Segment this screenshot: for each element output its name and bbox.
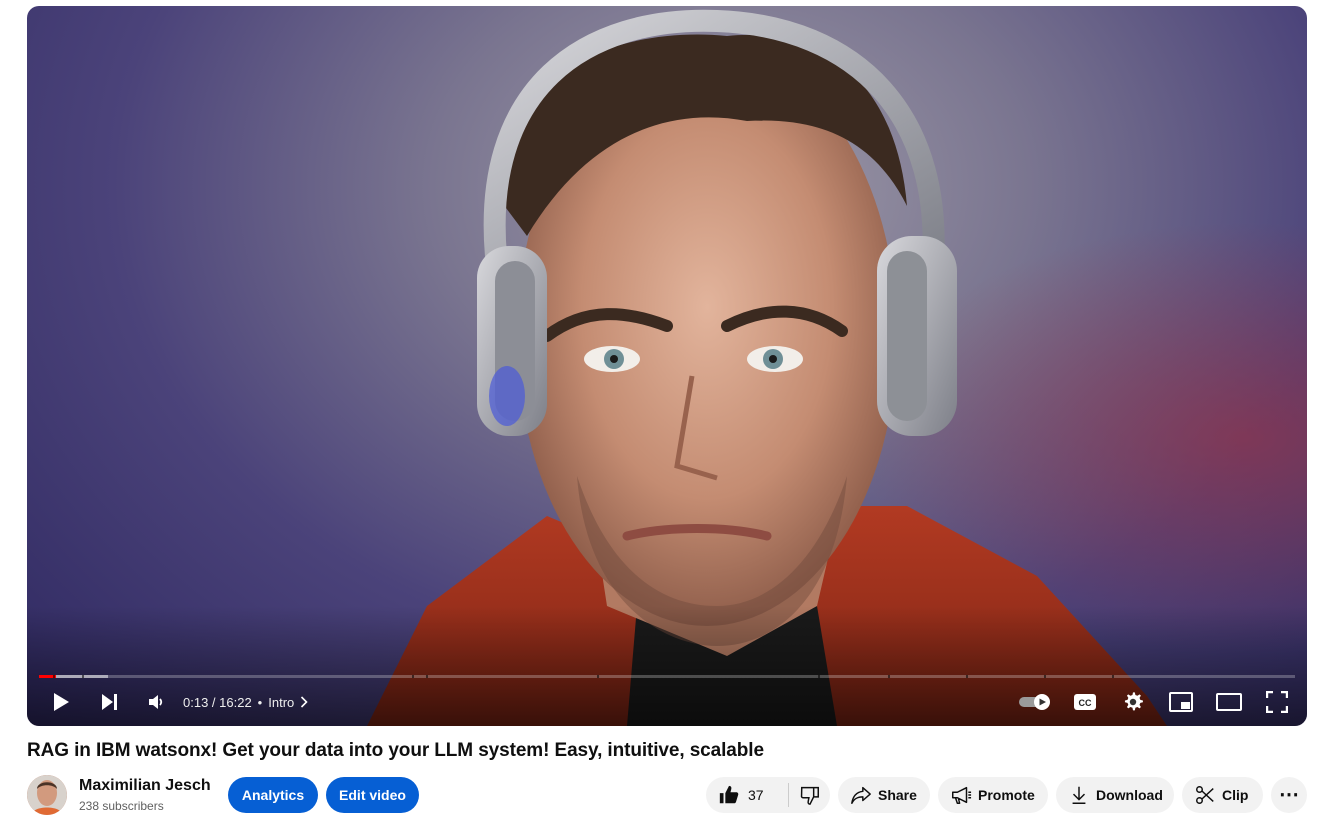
channel-avatar[interactable] [27,775,67,815]
chapter-marker [52,675,55,678]
miniplayer-button[interactable] [1157,682,1205,722]
chapter-marker [412,675,415,678]
chevron-right-icon [301,696,308,708]
next-button[interactable] [85,682,133,722]
share-label: Share [878,787,917,803]
more-icon: ⋯ [1279,784,1299,806]
subscriber-count: 238 subscribers [79,799,164,813]
settings-icon [1124,692,1143,711]
fullscreen-button[interactable] [1253,682,1301,722]
play-button[interactable] [37,682,85,722]
thumbs-down-icon [800,786,819,805]
progress-bar[interactable] [39,675,1295,678]
next-icon [102,694,117,710]
settings-button[interactable] [1109,682,1157,722]
chapter-marker [81,675,84,678]
play-icon [54,693,69,711]
thumbs-up-icon [719,785,739,804]
video-title: RAG in IBM watsonx! Get your data into y… [27,740,764,761]
edit-video-button[interactable]: Edit video [326,777,419,813]
chapter-label: Intro [268,694,295,710]
clip-label: Clip [1222,787,1249,803]
theater-mode-button[interactable] [1205,682,1253,722]
chapter-marker [425,675,428,678]
download-icon [1072,786,1086,804]
promote-button[interactable]: Promote [938,777,1048,813]
avatar-image [27,775,67,815]
fullscreen-icon [1266,691,1288,713]
share-button[interactable]: Share [838,777,930,813]
more-actions-button[interactable]: ⋯ [1271,777,1307,813]
chapter-marker [888,675,891,678]
chapter-marker [1043,675,1046,678]
download-label: Download [1096,787,1163,803]
captions-icon: CC [1074,694,1096,710]
time-display: 0:13 / 16:22 [183,694,252,710]
like-button[interactable]: 37 [706,777,788,813]
chapter-marker [817,675,820,678]
mute-button[interactable] [133,682,181,722]
like-count: 37 [748,787,764,803]
theater-mode-icon [1216,693,1242,711]
share-icon [851,786,871,804]
analytics-button[interactable]: Analytics [228,777,318,813]
chapter-marker [596,675,599,678]
download-button[interactable]: Download [1056,777,1174,813]
scissors-icon [1196,786,1214,804]
megaphone-icon [952,786,972,804]
video-player[interactable]: 0:13 / 16:22 • Intro CC [27,6,1307,726]
autoplay-toggle-icon [1019,694,1050,710]
chapter-marker [1111,675,1114,678]
svg-text:CC: CC [1079,698,1092,708]
chapter-separator: • [257,694,263,710]
clip-button[interactable]: Clip [1182,777,1263,813]
captions-button[interactable]: CC [1061,682,1109,722]
miniplayer-icon [1169,692,1193,712]
chapter-marker [965,675,968,678]
promote-label: Promote [978,787,1035,803]
dislike-button[interactable] [789,777,830,813]
player-controls: 0:13 / 16:22 • Intro CC [27,682,1307,722]
volume-icon [149,695,163,709]
channel-name[interactable]: Maximilian Jesch [79,777,211,795]
autoplay-toggle[interactable] [1011,682,1061,722]
like-dislike-group: 37 [706,777,830,813]
chapter-button[interactable]: • Intro [258,695,309,710]
